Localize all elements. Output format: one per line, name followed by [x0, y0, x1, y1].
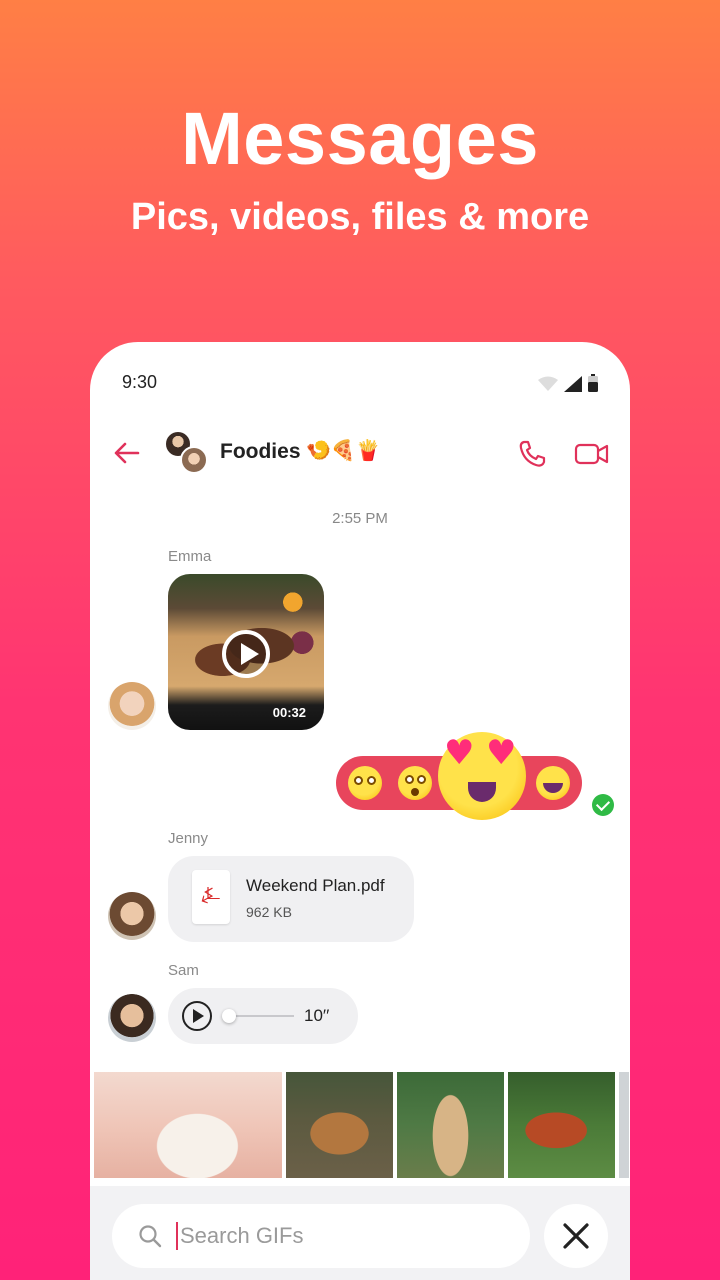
text-caret	[176, 1222, 178, 1250]
video-duration: 00:32	[272, 705, 306, 720]
signal-icon	[564, 376, 582, 392]
pdf-icon: ⍼	[192, 870, 230, 924]
gif-search-bar	[90, 1186, 630, 1280]
voice-message: 10′′	[168, 988, 358, 1044]
wifi-icon	[538, 376, 558, 391]
sender-name: Emma	[168, 548, 212, 565]
phone-icon[interactable]	[516, 438, 548, 470]
search-icon	[139, 1225, 162, 1248]
play-icon[interactable]	[182, 1001, 212, 1031]
close-button[interactable]	[544, 1204, 608, 1268]
sender-name: Sam	[168, 962, 199, 979]
video-camera-icon[interactable]	[574, 438, 610, 470]
voice-progress-handle[interactable]	[222, 1009, 236, 1023]
read-receipt-icon	[592, 794, 614, 816]
hero-title: Messages	[181, 97, 539, 180]
file-name: Weekend Plan.pdf	[246, 876, 385, 895]
status-bar: 9:30	[122, 372, 598, 396]
voice-duration: 10′′	[304, 1006, 330, 1025]
chat-header: Foodies 🍤🍕🍟	[90, 428, 630, 478]
video-message[interactable]: 00:32	[168, 574, 324, 730]
sender-name: Jenny	[168, 830, 209, 847]
status-icons	[538, 374, 598, 392]
grinning-emoji-icon[interactable]	[536, 766, 570, 800]
group-avatar[interactable]	[164, 430, 212, 476]
heart-eyes-emoji-icon[interactable]: ♥ ♥	[438, 732, 526, 820]
gif-thumbnail[interactable]	[619, 1072, 629, 1178]
voice-progress-track[interactable]	[226, 1015, 294, 1017]
surprised-emoji-icon[interactable]	[398, 766, 432, 800]
arrow-left-icon[interactable]	[112, 438, 142, 468]
search-box[interactable]	[112, 1204, 530, 1268]
member-avatar	[180, 446, 208, 474]
play-icon[interactable]	[222, 630, 270, 678]
gif-results	[94, 1072, 630, 1182]
file-message[interactable]: ⍼ Weekend Plan.pdf 962 KB	[168, 856, 414, 942]
phone-screen: 9:30 Foodies 🍤🍕🍟 2:55 PM Emma 00:32 ♥ ♥ …	[90, 342, 630, 1280]
hero-subtitle: Pics, videos, files & more	[130, 196, 590, 238]
gif-thumbnail[interactable]	[397, 1072, 504, 1178]
avatar[interactable]	[108, 994, 156, 1042]
flushed-emoji-icon[interactable]	[348, 766, 382, 800]
gif-thumbnail[interactable]	[286, 1072, 393, 1178]
avatar[interactable]	[108, 682, 156, 730]
status-time: 9:30	[122, 372, 158, 392]
group-name[interactable]: Foodies	[220, 440, 301, 464]
gif-thumbnail[interactable]	[508, 1072, 615, 1178]
group-emoji: 🍤🍕🍟	[306, 438, 381, 462]
message-timestamp: 2:55 PM	[332, 510, 388, 527]
avatar[interactable]	[108, 892, 156, 940]
battery-icon	[588, 374, 598, 392]
gif-thumbnail[interactable]	[94, 1072, 282, 1178]
file-size: 962 KB	[246, 904, 292, 920]
close-icon	[563, 1223, 589, 1249]
reaction-bar: ♥ ♥	[336, 732, 582, 820]
search-input[interactable]	[180, 1220, 500, 1252]
